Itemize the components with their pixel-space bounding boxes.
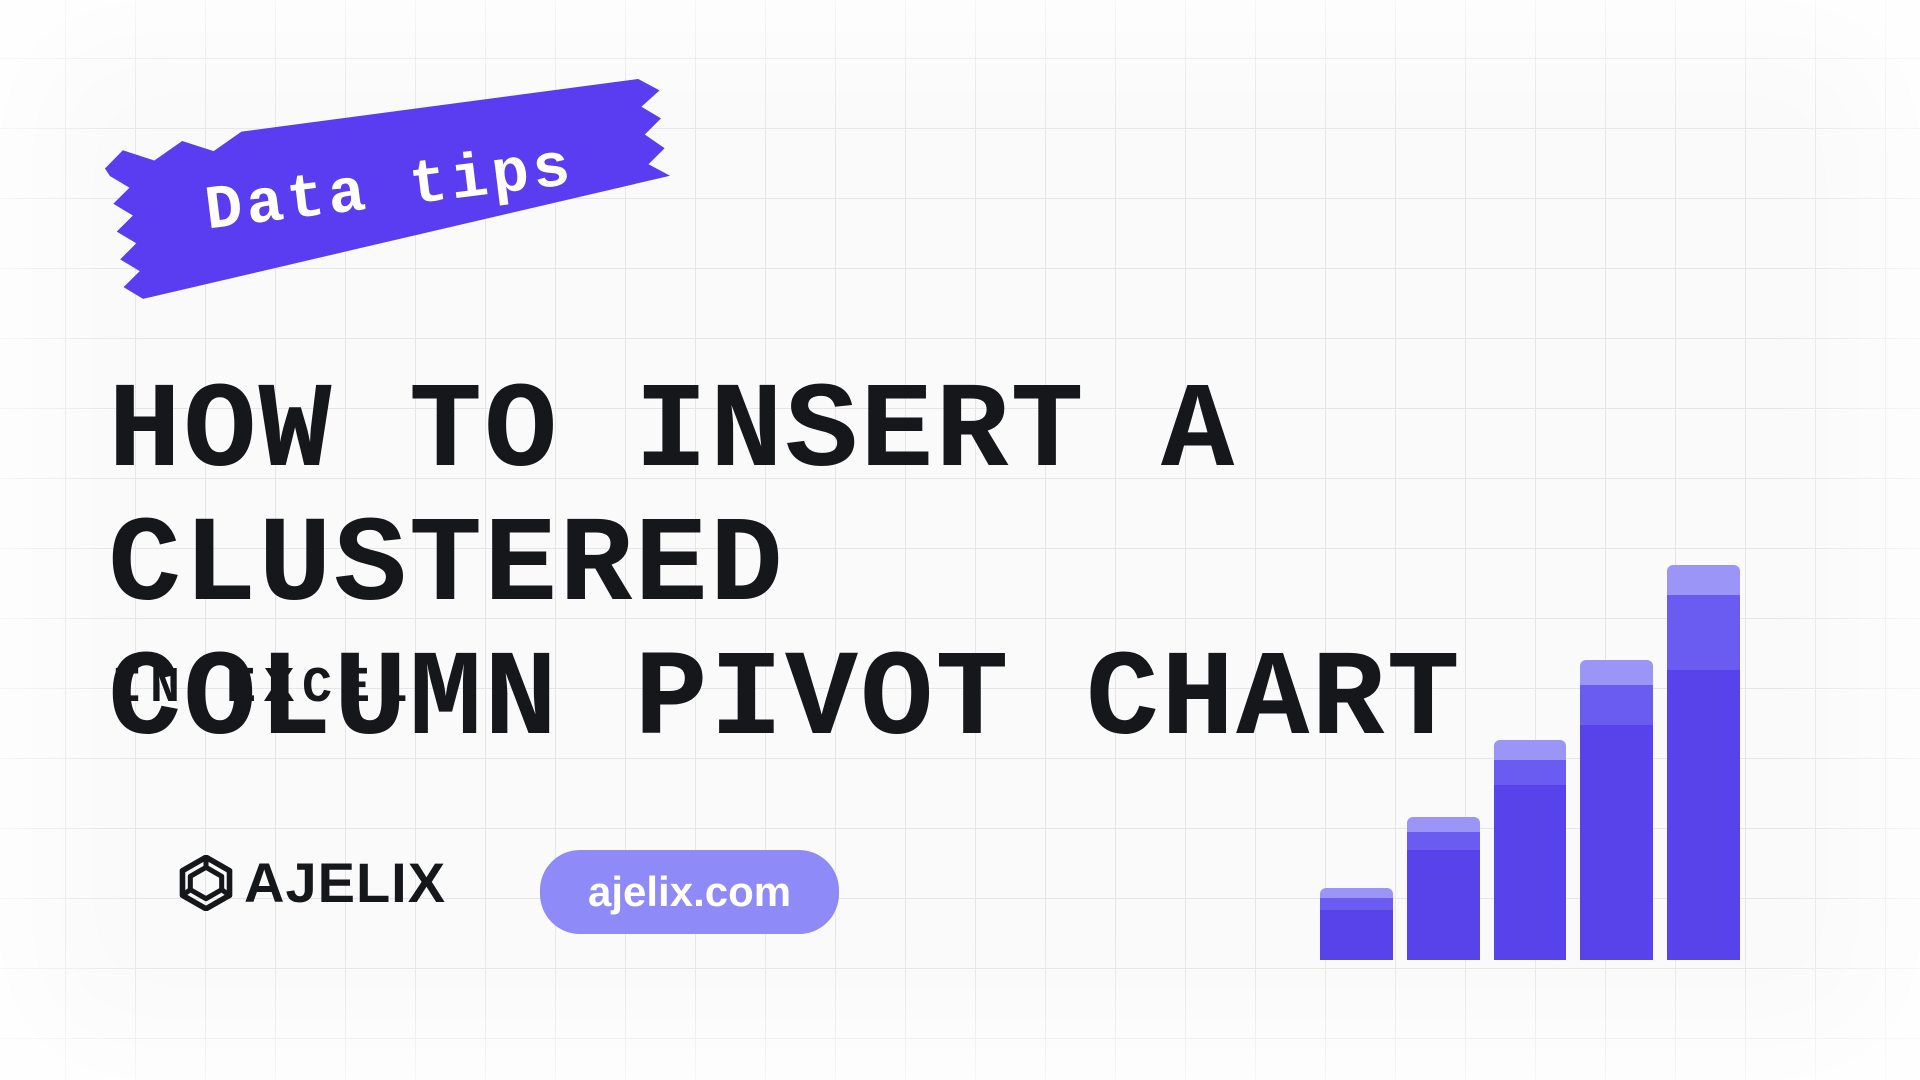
chart-bar-segment — [1580, 685, 1653, 725]
chart-bar-segment — [1320, 910, 1393, 960]
website-pill[interactable]: ajelix.com — [540, 850, 839, 934]
content-area: Data tips HOW TO INSERT A CLUSTERED COLU… — [0, 0, 1920, 1080]
data-tips-banner: Data tips — [102, 76, 678, 308]
chart-bar-segment — [1667, 670, 1740, 960]
chart-bar-segment — [1320, 898, 1393, 910]
chart-bar-segment — [1580, 660, 1653, 685]
logo-hex-icon — [178, 855, 234, 911]
chart-bar-segment — [1494, 740, 1567, 760]
chart-bar-segment — [1667, 565, 1740, 595]
chart-bar-segment — [1320, 888, 1393, 898]
chart-bar-segment — [1494, 760, 1567, 785]
chart-bar — [1494, 740, 1567, 960]
chart-bar — [1667, 565, 1740, 960]
chart-bar-segment — [1407, 817, 1480, 832]
chart-bar-segment — [1494, 785, 1567, 960]
chart-bar-segment — [1407, 832, 1480, 850]
logo-text: AJELIX — [244, 850, 446, 915]
brand-logo: AJELIX — [178, 850, 446, 915]
chart-bar — [1407, 817, 1480, 960]
chart-bar-segment — [1580, 725, 1653, 960]
website-pill-label: ajelix.com — [588, 868, 791, 915]
chart-bar-segment — [1407, 850, 1480, 960]
page-subtitle: IN EXCEL — [112, 660, 416, 717]
chart-bar — [1320, 888, 1393, 960]
chart-bar — [1580, 660, 1653, 960]
chart-bar-segment — [1667, 595, 1740, 670]
stacked-bar-chart — [1320, 560, 1740, 960]
